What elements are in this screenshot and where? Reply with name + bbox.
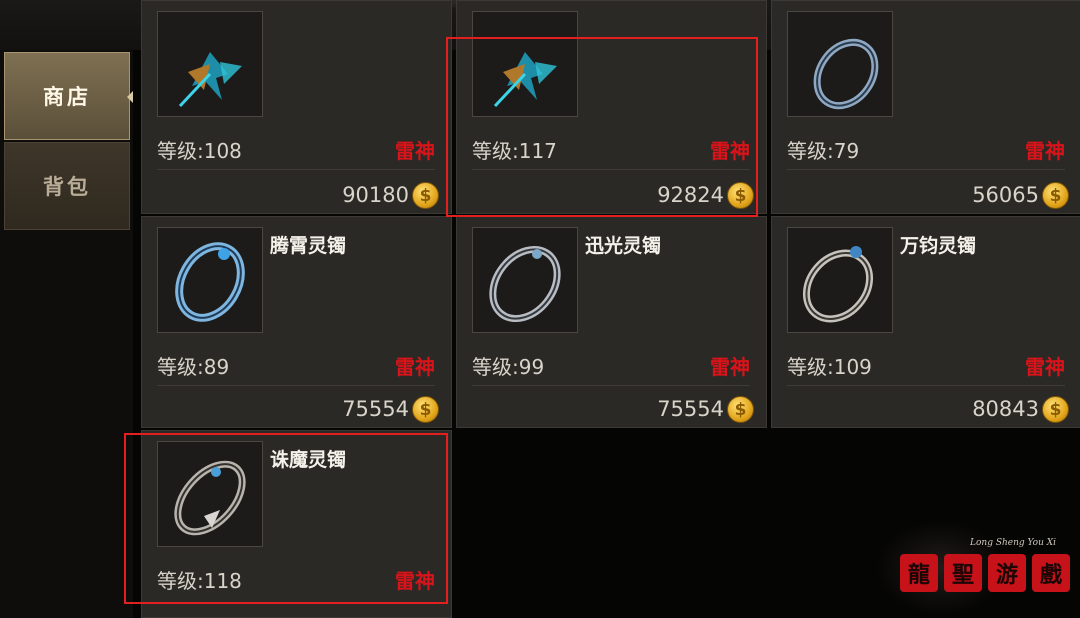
gold-coin-icon: $ bbox=[1042, 396, 1069, 423]
gold-coin-icon: $ bbox=[727, 396, 754, 423]
tab-bag[interactable]: 背包 bbox=[4, 142, 130, 230]
item-level: 等级:79 bbox=[787, 139, 860, 163]
item-level: 等级:99 bbox=[472, 355, 545, 379]
gold-coin-icon: $ bbox=[727, 182, 754, 209]
item-class-tag: 雷神 bbox=[1025, 139, 1065, 163]
bracelet-icon bbox=[802, 246, 874, 323]
card-divider bbox=[787, 169, 1065, 170]
sidebar: 商店 背包 bbox=[0, 50, 135, 618]
item-price: 80843 bbox=[972, 397, 1039, 421]
bracelet-icon bbox=[813, 38, 879, 110]
item-level: 等级:108 bbox=[157, 139, 242, 163]
shop-item-card[interactable]: 腾霄灵镯 等级:89 雷神 75554 $ bbox=[141, 216, 452, 428]
thunder-crystal-icon bbox=[493, 52, 557, 108]
tab-bag-label: 背包 bbox=[43, 175, 91, 199]
item-name: 万钧灵镯 bbox=[900, 235, 977, 257]
item-price: 92824 bbox=[657, 183, 724, 207]
bracelet-icon bbox=[489, 245, 561, 323]
item-level: 等级:118 bbox=[157, 569, 242, 593]
item-icon-frame bbox=[472, 227, 578, 333]
watermark-logo: Long Sheng You Xi 龍 聖 游 戲 bbox=[876, 520, 1076, 616]
gold-coin-icon: $ bbox=[412, 396, 439, 423]
tab-shop[interactable]: 商店 bbox=[4, 52, 135, 140]
item-class-tag: 雷神 bbox=[395, 139, 435, 163]
gold-coin-icon: $ bbox=[412, 182, 439, 209]
watermark-seals: 龍 聖 游 戲 bbox=[900, 554, 1070, 592]
item-name: 迅光灵镯 bbox=[585, 235, 662, 257]
shop-item-card[interactable]: 等级:79 雷神 56065 $ bbox=[771, 0, 1080, 214]
thunder-crystal-icon bbox=[178, 52, 242, 108]
watermark-seal: 游 bbox=[988, 554, 1026, 592]
item-icon-frame bbox=[157, 11, 263, 117]
card-divider bbox=[472, 385, 750, 386]
watermark-seal: 戲 bbox=[1032, 554, 1070, 592]
watermark-subtitle: Long Sheng You Xi bbox=[970, 538, 1057, 548]
item-price: 75554 bbox=[657, 397, 724, 421]
bracelet-icon bbox=[174, 460, 246, 536]
shop-item-card[interactable]: 诛魔灵镯 等级:118 雷神 bbox=[141, 430, 452, 618]
item-class-tag: 雷神 bbox=[1025, 355, 1065, 379]
item-icon-frame bbox=[472, 11, 578, 117]
gold-coin-icon: $ bbox=[1042, 182, 1069, 209]
bracelet-icon bbox=[175, 242, 245, 322]
card-divider bbox=[157, 385, 435, 386]
item-class-tag: 雷神 bbox=[395, 569, 435, 593]
item-level: 等级:109 bbox=[787, 355, 872, 379]
item-name: 腾霄灵镯 bbox=[270, 235, 347, 257]
shop-item-card[interactable]: 迅光灵镯 等级:99 雷神 75554 $ bbox=[456, 216, 767, 428]
item-icon-frame bbox=[787, 11, 893, 117]
card-divider bbox=[157, 169, 435, 170]
item-icon-frame bbox=[157, 227, 263, 333]
card-divider bbox=[787, 385, 1065, 386]
tab-shop-label: 商店 bbox=[43, 85, 91, 109]
item-icon-frame bbox=[157, 441, 263, 547]
item-price: 90180 bbox=[342, 183, 409, 207]
card-divider bbox=[472, 169, 750, 170]
watermark-seal: 聖 bbox=[944, 554, 982, 592]
item-price: 56065 bbox=[972, 183, 1039, 207]
item-class-tag: 雷神 bbox=[710, 139, 750, 163]
item-price: 75554 bbox=[342, 397, 409, 421]
item-name: 诛魔灵镯 bbox=[270, 449, 347, 471]
shop-item-card[interactable]: 等级:117 雷神 92824 $ bbox=[456, 0, 767, 214]
shop-item-card[interactable]: 等级:108 雷神 90180 $ bbox=[141, 0, 452, 214]
item-level: 等级:117 bbox=[472, 139, 557, 163]
shop-item-card[interactable]: 万钧灵镯 等级:109 雷神 80843 $ bbox=[771, 216, 1080, 428]
item-level: 等级:89 bbox=[157, 355, 230, 379]
item-icon-frame bbox=[787, 227, 893, 333]
item-class-tag: 雷神 bbox=[395, 355, 435, 379]
watermark-seal: 龍 bbox=[900, 554, 938, 592]
item-class-tag: 雷神 bbox=[710, 355, 750, 379]
